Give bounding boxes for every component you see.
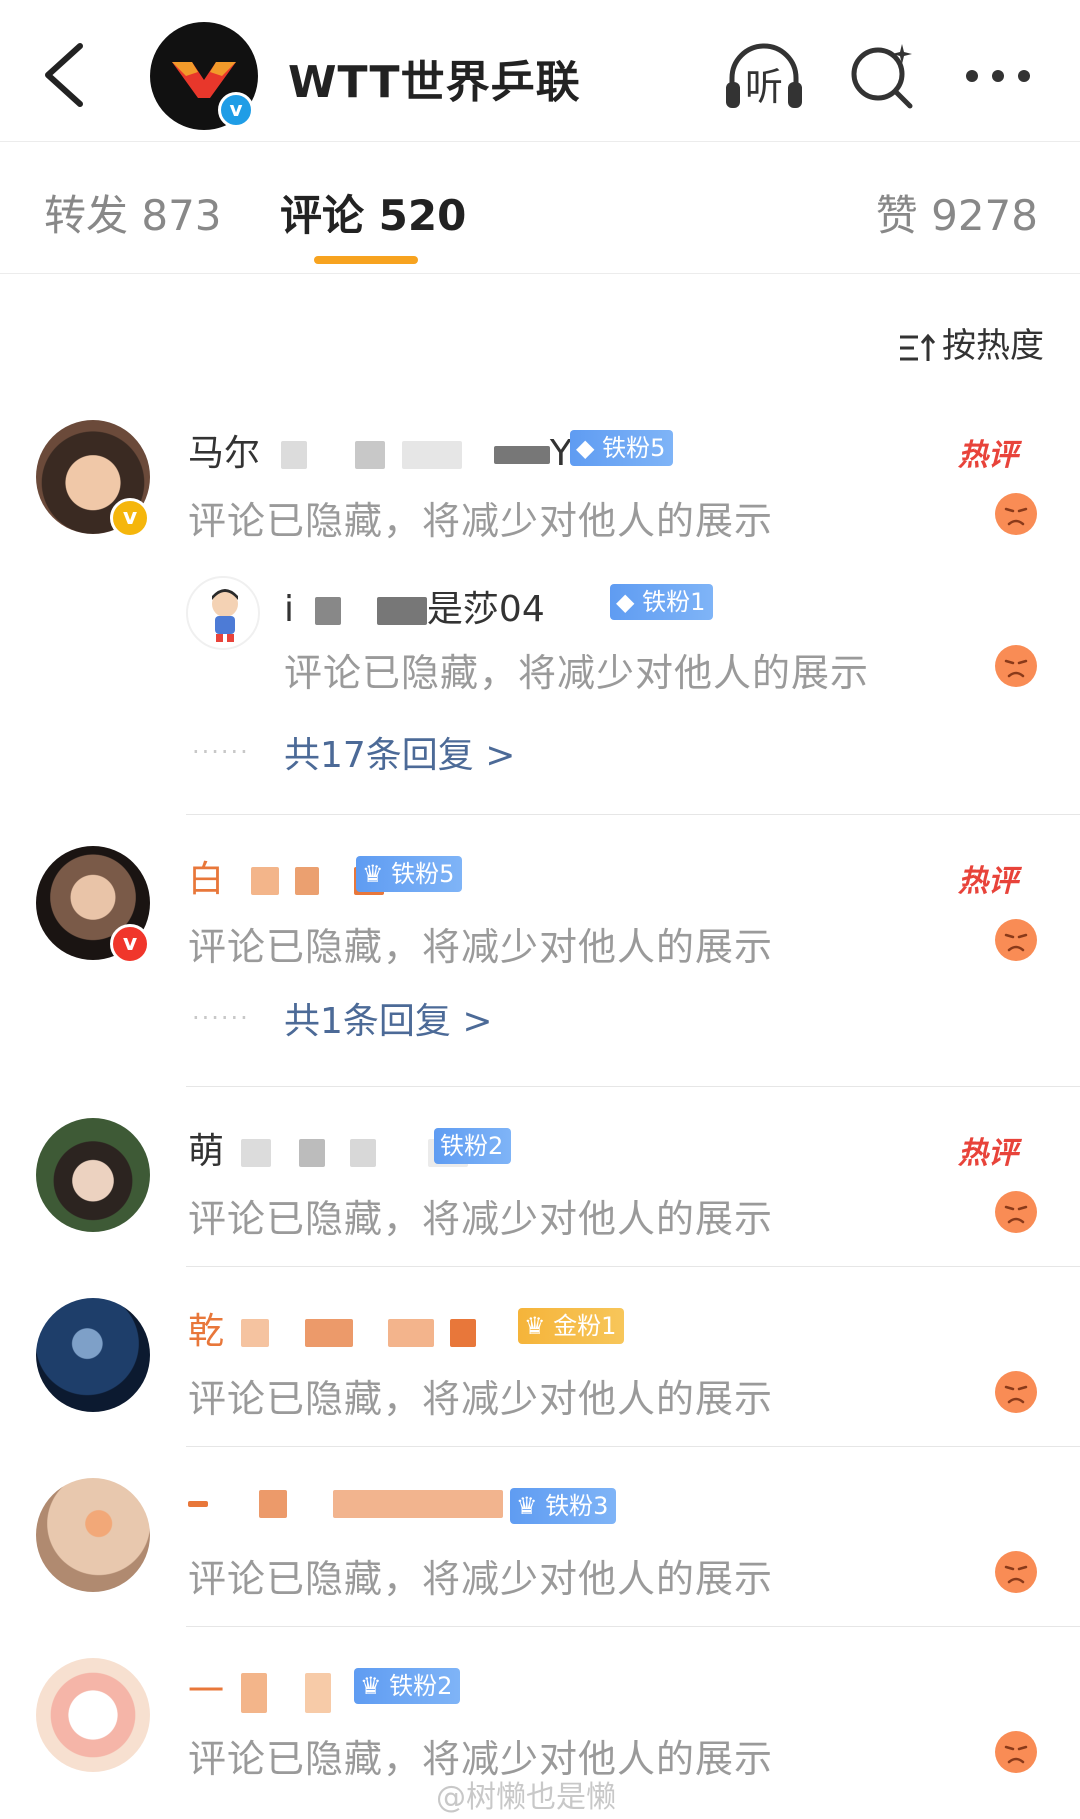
name-blur [188, 1501, 208, 1507]
user-name[interactable]: 乾 [188, 1302, 476, 1354]
divider [186, 1086, 1080, 1087]
comment-text: 评论已隐藏，将减少对他人的展示 [188, 1557, 774, 1601]
hot-comment-label: 热评 [958, 1136, 1018, 1171]
name-blur [449, 1319, 476, 1347]
verified-badge: v [110, 924, 150, 964]
active-tab-indicator [314, 256, 418, 264]
verified-badge: v [110, 498, 150, 538]
fan-badge: ♛ 铁粉5 [356, 856, 463, 892]
top-bar: v WTT世界乒联 听 [0, 0, 1080, 142]
hot-comment-label: 热评 [958, 438, 1018, 473]
tab-comments[interactable]: 评论 520 [280, 182, 466, 243]
sort-icon [900, 333, 936, 361]
name-blur [388, 1319, 435, 1347]
comment-text: 评论已隐藏，将减少对他人的展示 [188, 499, 774, 543]
reply-dots: ······ [192, 738, 250, 766]
user-name[interactable] [188, 1482, 503, 1523]
name-blur [281, 441, 308, 469]
search-sparkle-icon[interactable] [846, 40, 918, 112]
name-blur [493, 446, 550, 464]
listen-label: 听 [744, 65, 783, 109]
fan-badge: ♛ 铁粉2 [354, 1668, 461, 1704]
tab-likes[interactable]: 赞 9278 [876, 182, 1038, 243]
watermark: @树懒也是懒 [436, 1780, 616, 1815]
sad-face-icon[interactable] [994, 918, 1038, 962]
fan-badge: ◆ 铁粉1 [610, 584, 714, 620]
name-blur [298, 1139, 325, 1167]
avatar[interactable] [36, 1118, 150, 1232]
sort-by-heat-button[interactable]: 按热度 [898, 318, 1044, 367]
back-arrow-icon[interactable] [36, 40, 92, 110]
user-name[interactable]: 一 [188, 1662, 331, 1714]
user-name[interactable]: 白 [188, 850, 385, 902]
user-name-start: 马尔 [188, 433, 261, 474]
fan-badge: ♛ 铁粉3 [510, 1488, 617, 1524]
avatar[interactable] [36, 1298, 150, 1412]
cartoon-avatar-icon [212, 589, 238, 642]
user-name[interactable]: 马尔 YS [188, 424, 595, 476]
reply-name-start: i [284, 589, 295, 630]
divider [186, 1266, 1080, 1267]
reply-avatar[interactable] [186, 576, 260, 650]
name-blur [241, 1673, 268, 1713]
divider [186, 1626, 1080, 1627]
avatar[interactable] [36, 1478, 150, 1592]
account-name[interactable]: WTT世界乒联 [288, 46, 581, 110]
comment-text: 评论已隐藏，将减少对他人的展示 [188, 1197, 774, 1241]
sad-face-icon[interactable] [994, 1730, 1038, 1774]
reply-text: 评论已隐藏，将减少对他人的展示 [284, 651, 870, 695]
verified-badge: v [218, 92, 254, 128]
name-blur [304, 1673, 331, 1713]
reply-name-end: 是莎04 [426, 589, 545, 630]
name-blur [251, 867, 280, 895]
name-blur [376, 597, 427, 625]
sad-face-icon[interactable] [994, 1370, 1038, 1414]
reply-user-name[interactable]: i 是莎04 [284, 580, 545, 632]
name-blur [241, 1319, 270, 1347]
user-name-start: 一 [188, 1671, 225, 1712]
reply-dots: ······ [192, 1004, 250, 1032]
sad-face-icon[interactable] [994, 644, 1038, 688]
user-name-start: 白 [188, 859, 225, 900]
divider [186, 814, 1080, 815]
more-icon[interactable] [962, 56, 1034, 96]
name-blur [315, 597, 342, 625]
name-blur [294, 867, 319, 895]
tab-bar: 转发 873 评论 520 赞 9278 [0, 142, 1080, 274]
sort-label: 按热度 [942, 326, 1044, 366]
fan-badge: 铁粉2 [434, 1128, 512, 1164]
name-blur [350, 1139, 377, 1167]
view-replies-link[interactable]: 共1条回复 > [284, 992, 493, 1044]
name-blur [259, 1490, 288, 1518]
name-blur [241, 1139, 272, 1167]
name-blur [304, 1319, 353, 1347]
comment-text: 评论已隐藏，将减少对他人的展示 [188, 925, 774, 969]
divider [186, 1446, 1080, 1447]
sad-face-icon[interactable] [994, 492, 1038, 536]
view-replies-link[interactable]: 共17条回复 > [284, 726, 515, 778]
user-name-start: 乾 [188, 1311, 225, 1352]
avatar[interactable] [36, 1658, 150, 1772]
name-blur [402, 441, 463, 469]
user-name-start: 萌 [188, 1131, 225, 1172]
tab-reposts[interactable]: 转发 873 [44, 182, 222, 243]
fan-badge: ◆ 铁粉5 [570, 430, 674, 466]
user-name[interactable]: 萌 [188, 1122, 468, 1174]
name-blur [354, 441, 385, 469]
hot-comment-label: 热评 [958, 864, 1018, 899]
comment-text: 评论已隐藏，将减少对他人的展示 [188, 1377, 774, 1421]
fan-badge: ♛ 金粉1 [518, 1308, 625, 1344]
sad-face-icon[interactable] [994, 1190, 1038, 1234]
name-blur [332, 1490, 503, 1518]
sad-face-icon[interactable] [994, 1550, 1038, 1594]
